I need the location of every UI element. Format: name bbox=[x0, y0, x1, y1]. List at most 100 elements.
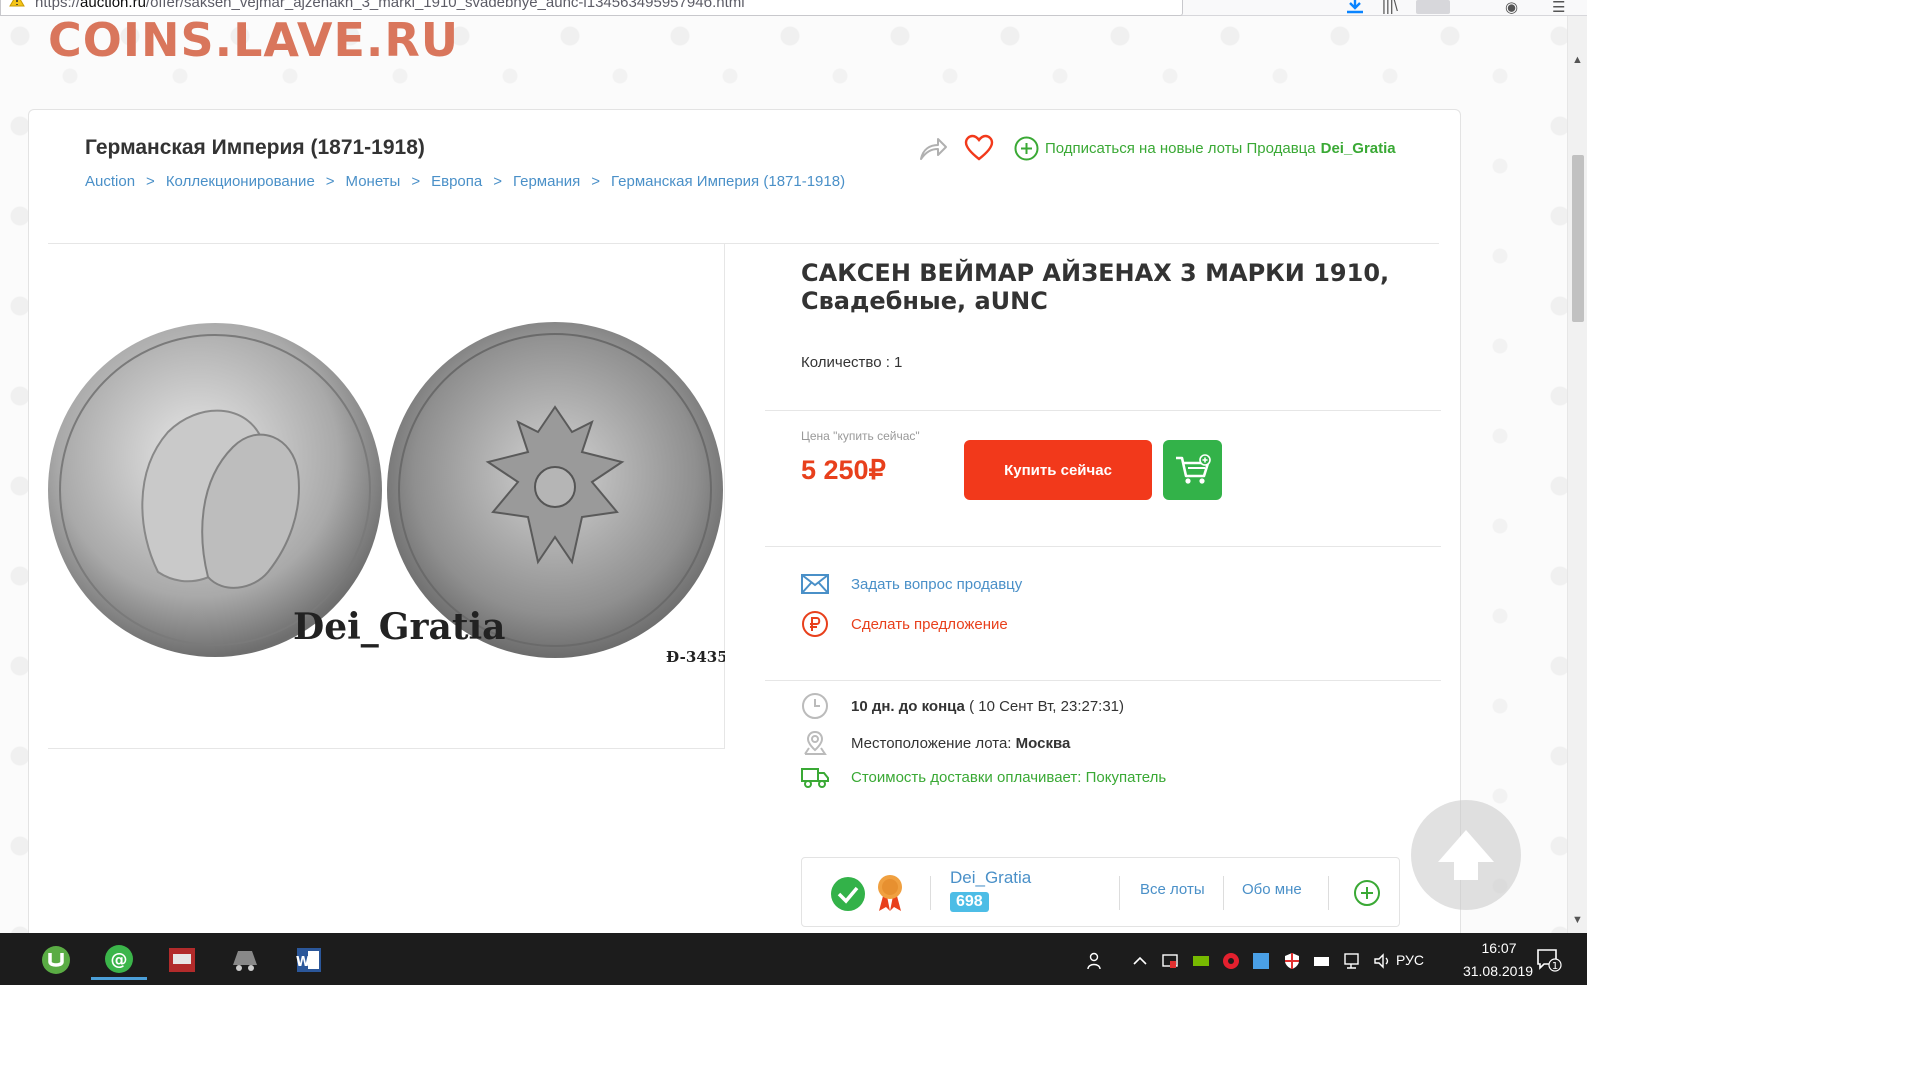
scroll-down-arrow-icon[interactable]: ▼ bbox=[1572, 914, 1583, 926]
lot-title: САКСЕН ВЕЙМАР АЙЗЕНАХ 3 МАРКИ 1910, Свад… bbox=[801, 259, 1390, 315]
lot-image-box[interactable]: Dei_Gratia Ð-3435 bbox=[48, 244, 725, 749]
scroll-up-arrow-icon[interactable]: ▲ bbox=[1572, 54, 1583, 66]
time-left-value: 10 дн. до конца bbox=[851, 697, 965, 715]
lot-location: Местоположение лота: Москва bbox=[801, 729, 1070, 757]
clock-time[interactable]: 16:07 bbox=[1459, 940, 1539, 956]
lot-card: Германская Империя (1871-1918) Auction > К… bbox=[28, 109, 1461, 933]
page-scrollbar[interactable]: ▲ ▼ bbox=[1567, 16, 1587, 933]
cart-icon bbox=[1175, 454, 1211, 484]
display-tray-icon[interactable] bbox=[1161, 952, 1179, 970]
make-offer-link[interactable]: Сделать предложение bbox=[801, 610, 1008, 638]
breadcrumb-separator: > bbox=[146, 173, 155, 190]
svg-text:W: W bbox=[296, 955, 310, 970]
breadcrumb-europe[interactable]: Европа bbox=[431, 173, 482, 190]
menu-icon[interactable]: ☰ bbox=[1552, 0, 1565, 16]
subscribe-label: Подписаться на новые лоты Продавца bbox=[1045, 140, 1316, 157]
coin-photo[interactable]: Dei_Gratia Ð-3435 bbox=[48, 322, 725, 679]
breadcrumb-coins[interactable]: Монеты bbox=[346, 173, 401, 190]
verified-check-icon bbox=[831, 877, 865, 911]
seller-name-link[interactable]: Dei_Gratia bbox=[950, 868, 1031, 888]
buy-now-button[interactable]: Купить сейчас bbox=[964, 440, 1152, 500]
time-left: 10 дн. до конца ( 10 Сент Вт, 23:27:31) bbox=[801, 692, 1124, 720]
mail-agent-icon: @ bbox=[105, 944, 133, 973]
coin-code: Ð-3435 bbox=[666, 648, 725, 666]
shipping-info: Стоимость доставки оплачивает: Покупател… bbox=[801, 766, 1166, 788]
chevron-up-icon[interactable] bbox=[1131, 952, 1149, 970]
url-path: /offer/saksen_vejmar_ajzenakh_3_marki_19… bbox=[145, 0, 745, 11]
taskbar-app-word[interactable]: W bbox=[280, 940, 336, 980]
clock-icon bbox=[802, 693, 828, 719]
ask-seller-link[interactable]: Задать вопрос продавцу bbox=[801, 574, 1022, 594]
notification-count: 1 bbox=[1552, 961, 1558, 972]
blank-area bbox=[0, 985, 1920, 1080]
arrow-up-icon bbox=[1438, 830, 1494, 880]
category-title: Германская Империя (1871-1918) bbox=[85, 136, 425, 159]
scroll-to-top-button[interactable] bbox=[1411, 800, 1521, 910]
warning-icon bbox=[9, 0, 25, 7]
location-label: Местоположение лота: bbox=[851, 734, 1012, 752]
location-value: Москва bbox=[1015, 734, 1071, 752]
address-bar[interactable]: https://auction.ru/offer/saksen_vejmar_a… bbox=[0, 0, 1183, 16]
add-to-cart-button[interactable] bbox=[1163, 440, 1222, 500]
divider bbox=[1223, 876, 1224, 910]
download-icon[interactable] bbox=[1345, 0, 1365, 16]
breadcrumb-auction[interactable]: Auction bbox=[85, 173, 135, 190]
taskbar-app-utorrent[interactable] bbox=[28, 940, 84, 980]
seller-box: Dei_Gratia 698 Все лоты Обо мне bbox=[801, 857, 1400, 927]
language-indicator[interactable]: РУС bbox=[1396, 952, 1424, 968]
browser-toolbar: https://auction.ru/offer/saksen_vejmar_a… bbox=[0, 0, 1587, 16]
people-icon[interactable] bbox=[1086, 952, 1104, 970]
make-offer-label: Сделать предложение bbox=[851, 615, 1008, 633]
breadcrumb-collecting[interactable]: Коллекционирование bbox=[166, 173, 315, 190]
notification-center-button[interactable]: 1 bbox=[1536, 948, 1562, 972]
ask-seller-label: Задать вопрос продавцу bbox=[851, 575, 1023, 593]
breadcrumb-german-empire[interactable]: Германская Империя (1871-1918) bbox=[611, 173, 845, 190]
page-viewport: COINS.LAVE.RU Германская Империя (1871-1… bbox=[0, 16, 1567, 933]
divider bbox=[765, 410, 1441, 411]
subscribe-seller-link[interactable]: Подписаться на новые лоты Продавца Dei_G… bbox=[1014, 136, 1396, 161]
breadcrumb-germany[interactable]: Германия bbox=[513, 173, 580, 190]
divider bbox=[765, 546, 1441, 547]
breadcrumb-separator: > bbox=[493, 173, 502, 190]
network-icon[interactable] bbox=[1343, 952, 1361, 970]
breadcrumb-separator: > bbox=[325, 173, 335, 190]
screen: COINS.LAVE.RU Германская Империя (1871-1… bbox=[0, 0, 1920, 1080]
volume-icon[interactable] bbox=[1373, 952, 1391, 970]
shipping-label: Стоимость доставки оплачивает: Покупател… bbox=[851, 768, 1167, 786]
taskbar-app-mail[interactable]: @ bbox=[91, 940, 147, 980]
divider bbox=[930, 876, 931, 910]
sidebar-icon[interactable] bbox=[1416, 0, 1450, 14]
subscribe-seller-name: Dei_Gratia bbox=[1320, 140, 1396, 157]
battery-icon[interactable] bbox=[1313, 952, 1331, 970]
taskbar-app-game[interactable] bbox=[154, 940, 210, 980]
app-tray-icon[interactable] bbox=[1252, 952, 1270, 970]
all-lots-link[interactable]: Все лоты bbox=[1140, 881, 1205, 898]
divider bbox=[1328, 876, 1329, 910]
seller-rating-badge: 698 bbox=[950, 892, 989, 912]
library-icon[interactable]: |||\ bbox=[1382, 0, 1398, 15]
divider bbox=[765, 680, 1441, 681]
price: 5 250₽ bbox=[801, 455, 886, 485]
shield-icon[interactable] bbox=[1283, 952, 1301, 970]
svg-text:@: @ bbox=[111, 950, 128, 970]
end-date: ( 10 Сент Вт, 23:27:31) bbox=[969, 697, 1125, 715]
taskbar: @ W РУС 16:07 31.08.2019 1 bbox=[0, 933, 1587, 985]
word-icon: W bbox=[296, 948, 321, 972]
taskbar-app-euro-truck[interactable] bbox=[217, 940, 273, 980]
account-icon[interactable]: ◉ bbox=[1505, 0, 1518, 16]
heart-icon[interactable] bbox=[964, 134, 994, 162]
breadcrumb-separator: > bbox=[411, 173, 421, 190]
award-medal-icon bbox=[878, 875, 902, 911]
coin-stamp: Dei_Gratia bbox=[293, 606, 505, 648]
notification-icon: 1 bbox=[1537, 949, 1562, 972]
breadcrumb-separator: > bbox=[591, 173, 601, 190]
beats-icon[interactable] bbox=[1222, 952, 1240, 970]
scrollbar-thumb[interactable] bbox=[1572, 155, 1584, 322]
nvidia-icon[interactable] bbox=[1192, 952, 1210, 970]
truck-icon bbox=[233, 951, 257, 971]
about-me-link[interactable]: Обо мне bbox=[1242, 881, 1302, 898]
share-icon[interactable] bbox=[918, 136, 948, 162]
add-seller-icon[interactable] bbox=[1353, 879, 1381, 907]
plus-circle-icon bbox=[1014, 136, 1039, 161]
truck-icon bbox=[801, 768, 829, 788]
